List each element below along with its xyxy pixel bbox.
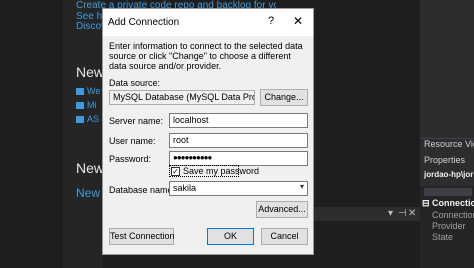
property-grid-toolbar: [424, 188, 472, 196]
advanced-button[interactable]: Advanced...: [256, 201, 308, 218]
password-label: Password:: [109, 154, 152, 164]
user-name-input[interactable]: root: [169, 133, 308, 148]
property-connection[interactable]: Connection: [432, 210, 474, 220]
data-source-label: Data source:: [109, 78, 161, 88]
password-input[interactable]: ●●●●●●●●●●: [169, 151, 308, 166]
chevron-down-icon[interactable]: ▾: [300, 182, 304, 191]
server-name-input[interactable]: localhost: [169, 113, 308, 128]
cancel-button[interactable]: Cancel: [261, 228, 308, 245]
add-connection-dialog: Add Connection ? ✕ Enter information to …: [102, 8, 314, 255]
dropdown-icon[interactable]: ▾: [388, 208, 393, 219]
new-item-asp[interactable]: AS: [76, 114, 102, 124]
property-section-connection[interactable]: ⊟ Connection: [422, 198, 474, 209]
test-connection-button[interactable]: Test Connection: [109, 228, 175, 245]
pin-icon[interactable]: ⊣: [398, 208, 407, 219]
resource-view-tab[interactable]: Resource View: [420, 138, 474, 152]
database-name-label: Database name:: [109, 185, 176, 195]
property-grid: ⊟ Connection Connection Provider State: [420, 186, 474, 268]
checkmark-icon: ✓: [171, 167, 180, 176]
news-heading: News: [76, 160, 102, 176]
windows-icon: [76, 102, 84, 110]
properties-title: Properties: [424, 155, 466, 165]
user-name-label: User name:: [109, 136, 156, 146]
save-password-checkbox[interactable]: ✓ Save my password: [169, 165, 259, 177]
properties-object-selector[interactable]: jordao-hp\jor: [420, 170, 474, 184]
database-name-combobox[interactable]: sakila ▾: [169, 181, 308, 196]
windows-icon: [76, 88, 84, 96]
start-link-discover[interactable]: Discove: [76, 21, 102, 32]
help-icon[interactable]: ?: [268, 15, 274, 27]
server-name-label: Server name:: [109, 116, 164, 126]
right-dock: Resource View Properties jordao-hp\jor ⊟…: [420, 0, 474, 268]
new-item-web[interactable]: We: [76, 86, 102, 96]
close-icon[interactable]: ✕: [408, 208, 416, 219]
dialog-title: Add Connection: [108, 17, 180, 28]
new-item-microsoft[interactable]: Mi: [76, 100, 102, 110]
property-provider[interactable]: Provider: [432, 221, 466, 231]
close-icon[interactable]: ✕: [293, 14, 303, 28]
property-state[interactable]: State: [432, 232, 453, 242]
database-name-value: sakila: [173, 183, 197, 193]
editor-area: [308, 0, 420, 207]
output-panel-toolbar: ▾ ⊣ ✕: [308, 207, 420, 221]
change-button[interactable]: Change...: [260, 89, 308, 106]
new-project-heading: New: [76, 64, 102, 80]
output-panel: [308, 221, 420, 268]
news-link[interactable]: New: [76, 186, 102, 200]
ok-button[interactable]: OK: [207, 228, 254, 245]
data-source-field: MySQL Database (MySQL Data Provider): [109, 90, 255, 105]
save-password-label: Save my password: [183, 166, 260, 176]
start-page-strip: [63, 0, 103, 268]
asp-icon: [76, 116, 84, 124]
dialog-titlebar[interactable]: Add Connection ? ✕: [103, 9, 313, 36]
dialog-instructions: Enter information to connect to the sele…: [109, 41, 303, 71]
